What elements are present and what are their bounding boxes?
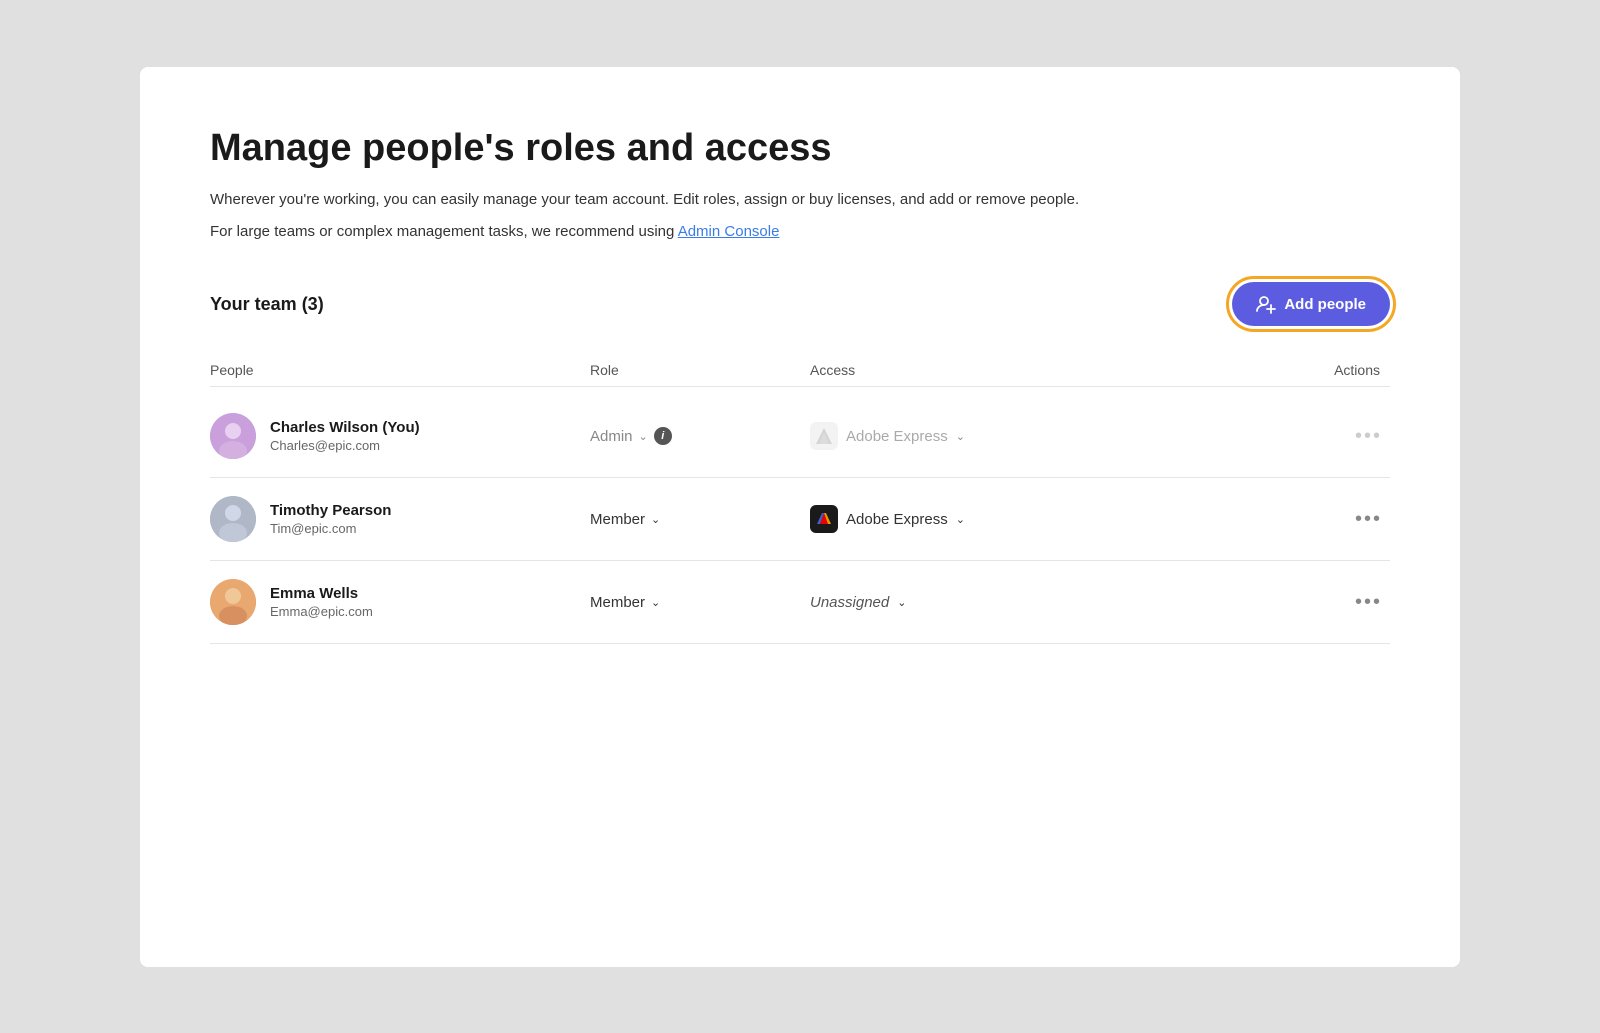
person-name-emma: Emma Wells — [270, 585, 373, 602]
avatar-charles — [210, 413, 256, 459]
actions-cell-timothy: ••• — [1090, 505, 1390, 533]
person-name-timothy: Timothy Pearson — [270, 502, 391, 519]
subtitle-line2: For large teams or complex management ta… — [210, 220, 1390, 244]
col-access: Access — [810, 362, 1090, 378]
role-cell-timothy: Member ⌄ — [590, 511, 810, 528]
avatar-timothy — [210, 496, 256, 542]
table-row: Timothy Pearson Tim@epic.com Member ⌄ Ad… — [210, 478, 1390, 561]
subtitle-line1: Wherever you're working, you can easily … — [210, 188, 1390, 212]
person-info-emma: Emma Wells Emma@epic.com — [270, 585, 373, 619]
table-header: People Role Access Actions — [210, 354, 1390, 387]
table-row: Emma Wells Emma@epic.com Member ⌄ Unassi… — [210, 561, 1390, 644]
main-card: Manage people's roles and access Whereve… — [140, 67, 1460, 967]
chevron-down-icon-charles-access[interactable]: ⌄ — [956, 430, 965, 443]
person-email-timothy: Tim@epic.com — [270, 521, 391, 536]
chevron-down-icon-timothy-access[interactable]: ⌄ — [956, 513, 965, 526]
adobe-express-icon-charles — [810, 422, 838, 450]
person-email-emma: Emma@epic.com — [270, 604, 373, 619]
chevron-down-icon-timothy[interactable]: ⌄ — [651, 513, 660, 526]
access-text-emma: Unassigned — [810, 594, 889, 611]
more-actions-button-charles: ••• — [1347, 422, 1390, 450]
chevron-down-icon-emma-access[interactable]: ⌄ — [897, 596, 906, 609]
person-info-timothy: Timothy Pearson Tim@epic.com — [270, 502, 391, 536]
add-person-icon — [1256, 294, 1276, 314]
team-title: Your team (3) — [210, 294, 324, 315]
access-cell-emma: Unassigned ⌄ — [810, 594, 1090, 611]
person-info-charles: Charles Wilson (You) Charles@epic.com — [270, 419, 420, 453]
more-actions-button-emma[interactable]: ••• — [1347, 588, 1390, 616]
col-actions: Actions — [1090, 362, 1390, 378]
person-cell-timothy: Timothy Pearson Tim@epic.com — [210, 496, 590, 542]
col-people: People — [210, 362, 590, 378]
adobe-express-icon-timothy — [810, 505, 838, 533]
add-people-label: Add people — [1284, 296, 1366, 313]
actions-cell-charles: ••• — [1090, 422, 1390, 450]
team-header: Your team (3) Add people — [210, 282, 1390, 326]
table-row: Charles Wilson (You) Charles@epic.com Ad… — [210, 395, 1390, 478]
role-text-charles: Admin — [590, 428, 633, 445]
add-people-button[interactable]: Add people — [1232, 282, 1390, 326]
access-cell-timothy: Adobe Express ⌄ — [810, 505, 1090, 533]
access-text-timothy: Adobe Express — [846, 511, 948, 528]
person-email-charles: Charles@epic.com — [270, 438, 420, 453]
col-role: Role — [590, 362, 810, 378]
role-text-timothy: Member — [590, 511, 645, 528]
role-cell-charles: Admin ⌄ i — [590, 427, 810, 445]
person-name-charles: Charles Wilson (You) — [270, 419, 420, 436]
person-cell-emma: Emma Wells Emma@epic.com — [210, 579, 590, 625]
access-cell-charles: Adobe Express ⌄ — [810, 422, 1090, 450]
access-text-charles: Adobe Express — [846, 428, 948, 445]
chevron-down-icon-charles[interactable]: ⌄ — [639, 430, 648, 443]
role-cell-emma: Member ⌄ — [590, 594, 810, 611]
page-title: Manage people's roles and access — [210, 127, 1390, 171]
role-text-emma: Member — [590, 594, 645, 611]
info-icon-charles[interactable]: i — [654, 427, 672, 445]
avatar-emma — [210, 579, 256, 625]
admin-console-link[interactable]: Admin Console — [678, 223, 780, 240]
chevron-down-icon-emma[interactable]: ⌄ — [651, 596, 660, 609]
more-actions-button-timothy[interactable]: ••• — [1347, 505, 1390, 533]
actions-cell-emma: ••• — [1090, 588, 1390, 616]
person-cell-charles: Charles Wilson (You) Charles@epic.com — [210, 413, 590, 459]
